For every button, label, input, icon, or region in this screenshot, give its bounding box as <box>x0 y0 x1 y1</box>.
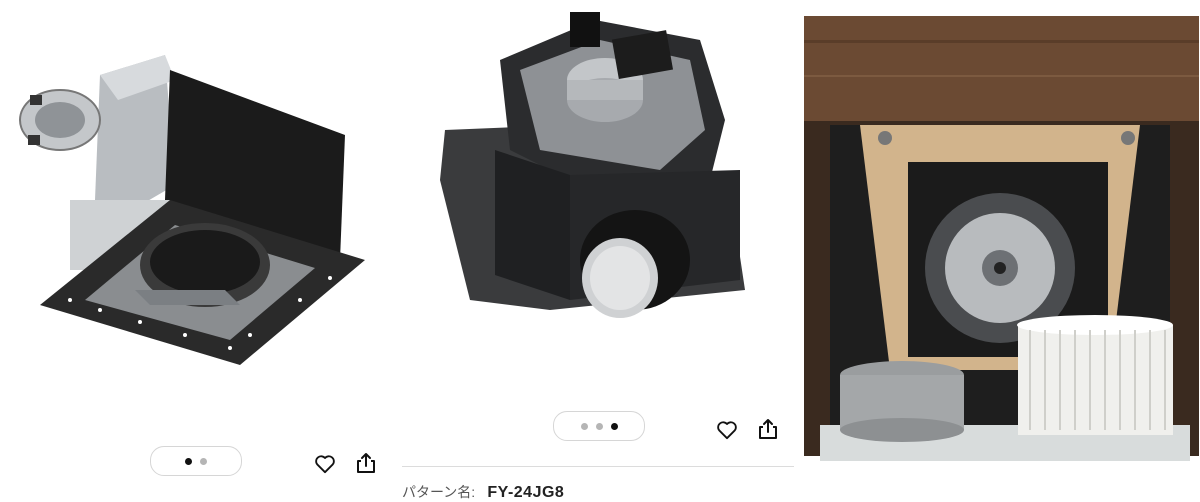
favorite-button[interactable] <box>714 417 740 443</box>
carousel-dot[interactable] <box>595 422 603 430</box>
product-image-1[interactable] <box>0 0 400 497</box>
share-icon <box>759 419 777 439</box>
carousel-dot[interactable] <box>200 457 207 465</box>
carousel-dot[interactable] <box>610 422 618 430</box>
carousel-dot[interactable] <box>185 457 192 465</box>
exhaust-fan-box-image <box>19 55 365 365</box>
ceiling-installed-fan-image <box>800 0 1200 470</box>
heart-icon <box>717 421 737 440</box>
section-divider <box>402 466 794 467</box>
pattern-label: パターン名: <box>402 484 476 500</box>
carousel-indicator-middle[interactable] <box>553 411 645 441</box>
product-image-3[interactable] <box>800 0 1200 497</box>
favorite-button[interactable] <box>312 451 338 477</box>
heart-icon <box>315 455 335 474</box>
share-icon <box>357 453 375 473</box>
fan-motor-unit-image <box>440 12 745 318</box>
pattern-value: FY-24JG8 <box>487 484 565 501</box>
pattern-name-row: パターン名: FY-24JG8 <box>402 482 564 502</box>
product-image-2[interactable] <box>400 0 800 497</box>
share-button[interactable] <box>755 416 781 442</box>
share-button[interactable] <box>353 450 379 476</box>
carousel-dot[interactable] <box>580 422 588 430</box>
carousel-indicator-left[interactable] <box>150 446 242 476</box>
